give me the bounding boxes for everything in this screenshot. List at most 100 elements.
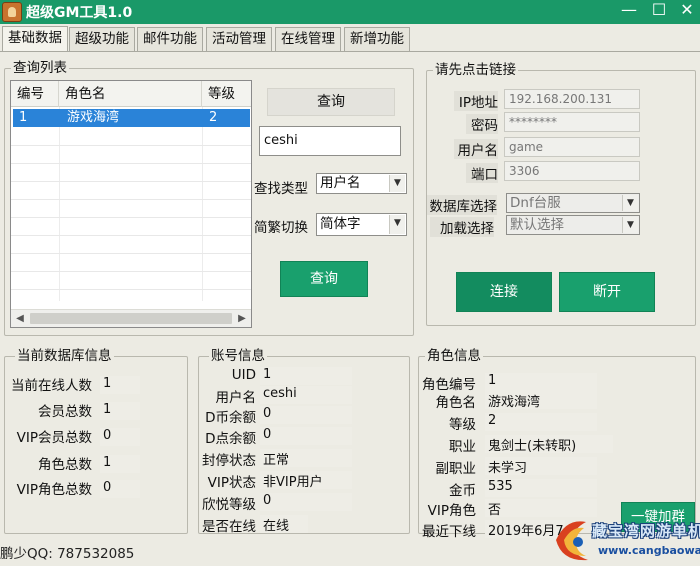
database-select-label: 数据库选择 [427,195,497,215]
gold-label: 金币 [449,483,476,499]
subjob-value: 未学习 [485,457,597,476]
app-icon [2,2,22,22]
grid-line [11,199,251,200]
convert-select[interactable]: 简体字 ▼ [316,213,407,236]
column-header-name[interactable]: 角色名 [59,81,202,107]
dcoin-balance-label: D币余额 [205,410,256,426]
watermark-url: www.cangbaowan.net [598,544,700,557]
convert-label: 简繁切换 [254,220,308,236]
role-info-title: 角色信息 [425,348,483,364]
scroll-left-icon[interactable]: ◀ [12,310,28,327]
load-select-label: 加载选择 [430,217,494,237]
username-field[interactable]: game [504,137,640,157]
vip-role-count-label: VIP角色总数 [16,482,92,498]
grid-line [11,235,251,236]
column-header-level[interactable]: 等级 [202,81,251,107]
grid-line [11,145,251,146]
job-label: 职业 [449,439,476,455]
tab-activity-management[interactable]: 活动管理 [206,27,272,51]
chevron-down-icon[interactable]: ▼ [622,217,638,233]
dpoint-balance-value: 0 [260,427,352,445]
ban-status-label: 封停状态 [202,453,256,469]
grid-line [11,217,251,218]
vip-role-label: VIP角色 [427,503,476,519]
member-count-label: 会员总数 [38,404,92,420]
role-count-label: 角色总数 [38,457,92,473]
list-header: 编号 角色名 等级 [11,81,251,107]
password-field[interactable]: ******** [504,112,640,132]
search-input[interactable]: ceshi [259,126,401,156]
account-username-value: ceshi [260,386,352,404]
column-header-id[interactable]: 编号 [11,81,59,107]
watermark-title: 藏宝湾网游单机 [592,522,700,540]
query-list-title: 查询列表 [11,60,69,76]
ip-label: IP地址 [454,91,498,111]
account-info-title: 账号信息 [209,348,267,364]
chevron-down-icon[interactable]: ▼ [389,175,405,192]
search-type-select[interactable]: 用户名 ▼ [316,173,407,194]
close-icon[interactable]: ✕ [672,0,700,22]
horizontal-scrollbar[interactable]: ◀ ▶ [11,309,251,327]
password-label: 密码 [466,114,498,134]
subjob-label: 副职业 [435,461,477,477]
role-id-label: 角色编号 [422,377,476,393]
ban-status-value: 正常 [260,449,352,468]
account-username-label: 用户名 [215,390,257,406]
load-select[interactable]: 默认选择 ▼ [506,215,640,235]
vip-member-count-value: 0 [100,428,140,446]
uid-label: UID [231,367,256,383]
last-logout-label: 最近下线 [422,524,476,540]
row-id: 1 [19,110,28,125]
gold-value: 535 [485,479,597,497]
minimize-icon[interactable]: — [614,0,644,22]
title-bar: 超级GM工具1.0 — ☐ ✕ [0,0,700,24]
connect-button[interactable]: 连接 [456,272,552,312]
tab-basic-data[interactable]: 基础数据 [2,26,68,52]
online-count-value: 1 [100,376,140,394]
vip-status-label: VIP状态 [207,475,256,491]
chevron-down-icon[interactable]: ▼ [389,215,405,234]
database-info-title: 当前数据库信息 [15,348,114,364]
grid-line [11,271,251,272]
tab-online-management[interactable]: 在线管理 [275,27,341,51]
window-title: 超级GM工具1.0 [26,5,133,21]
row-name: 游戏海湾 [67,110,120,125]
role-level-label: 等级 [449,417,476,433]
role-id-value: 1 [485,373,597,391]
query-button[interactable]: 查询 [280,261,368,297]
tab-mail-functions[interactable]: 邮件功能 [137,27,203,51]
uid-value: 1 [260,367,352,385]
dcoin-balance-value: 0 [260,406,352,424]
tab-super-functions[interactable]: 超级功能 [69,27,135,51]
chevron-down-icon[interactable]: ▼ [622,195,638,211]
database-select[interactable]: Dnf台服 ▼ [506,193,640,213]
member-count-value: 1 [100,402,140,420]
table-row[interactable]: 1 游戏海湾 2 [13,109,250,127]
port-field[interactable]: 3306 [504,161,640,181]
vip-role-count-value: 0 [100,480,140,498]
role-list-view[interactable]: 编号 角色名 等级 1 游戏海湾 2 ◀ ▶ [10,80,252,328]
search-type-label: 查找类型 [254,181,308,197]
disconnect-button[interactable]: 断开 [559,272,655,312]
connection-title: 请先点击链接 [433,62,518,78]
port-label: 端口 [466,163,498,183]
vip-status-value: 非VIP用户 [260,471,352,490]
tab-new-functions[interactable]: 新增功能 [344,27,410,51]
job-value: 鬼剑士(未转职) [485,435,613,454]
joy-level-value: 0 [260,493,352,511]
scroll-right-icon[interactable]: ▶ [234,310,250,327]
role-name-label: 角色名 [435,395,477,411]
role-level-value: 2 [485,413,597,431]
joy-level-label: 欣悦等级 [202,497,256,513]
grid-line [11,289,251,290]
query-top-button[interactable]: 查询 [267,88,395,116]
online-status-label: 是否在线 [202,519,256,535]
scroll-thumb[interactable] [30,313,232,324]
grid-line [11,253,251,254]
maximize-icon[interactable]: ☐ [644,0,674,22]
footer-qq-text: 鹏少QQ: 787532085 [0,546,135,562]
vip-member-count-label: VIP会员总数 [16,430,92,446]
ip-field[interactable]: 192.168.200.131 [504,89,640,109]
dpoint-balance-label: D点余额 [205,431,256,447]
grid-line [11,163,251,164]
